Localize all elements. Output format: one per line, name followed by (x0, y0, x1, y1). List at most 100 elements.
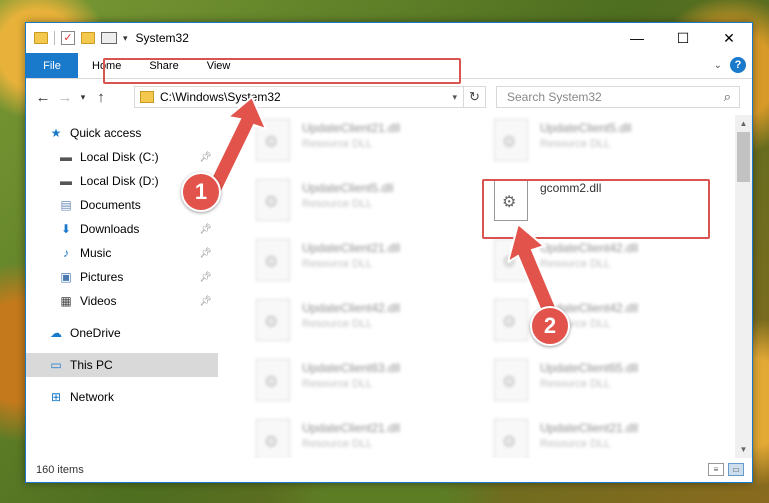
file-name: UpdateClient21.dll (302, 421, 401, 435)
network-icon: ⊞ (50, 390, 62, 404)
file-type: Resource DLL (302, 198, 373, 210)
up-icon[interactable]: ↑ (90, 89, 112, 106)
navigation-bar: ← → ▾ ↑ C:\Windows\System32 ▾ ↻ Search S… (26, 79, 752, 115)
music-icon: ♪ (63, 246, 69, 260)
close-button[interactable]: ✕ (706, 23, 752, 53)
scrollbar-thumb[interactable] (737, 132, 750, 182)
sidebar-item-music[interactable]: ♪ Music 📌︎ (26, 241, 218, 265)
sidebar-item-label: Network (70, 390, 115, 404)
expand-ribbon-icon[interactable]: ⌄ (714, 60, 722, 71)
drive-icon: ▬ (60, 150, 72, 164)
file-type: Resource DLL (302, 378, 373, 390)
sidebar-item-onedrive[interactable]: ☁ OneDrive (26, 321, 218, 345)
list-item[interactable]: UpdateClient5.dll Resource DLL (248, 175, 478, 227)
divider (54, 31, 55, 45)
dll-file-icon (494, 119, 528, 161)
callout-badge-1: 1 (181, 172, 221, 212)
sidebar-item-label: Videos (80, 294, 117, 308)
chevron-down-icon[interactable]: ▾ (123, 33, 128, 44)
sidebar-item-label: Downloads (80, 222, 140, 236)
sidebar-item-label: Local Disk (C:) (80, 150, 159, 164)
help-icon[interactable]: ? (730, 57, 746, 73)
window-title: System32 (135, 31, 189, 45)
scroll-down-icon[interactable]: ▼ (735, 441, 752, 458)
folder-icon (34, 32, 48, 44)
file-name: UpdateClient65.dll (540, 361, 639, 375)
quick-access-toolbar: ✓ ▾ (34, 31, 128, 45)
dll-file-icon (256, 239, 290, 281)
tiles-view-icon[interactable]: ▭ (728, 463, 744, 476)
star-icon: ★ (50, 126, 62, 140)
title-bar: ✓ ▾ System32 — ☐ ✕ (26, 23, 752, 53)
address-bar[interactable]: C:\Windows\System32 ▾ ↻ (134, 86, 486, 108)
list-item[interactable]: UpdateClient21.dll Resource DLL (248, 415, 478, 458)
file-name: UpdateClient21.dll (302, 241, 401, 255)
back-icon[interactable]: ← (32, 89, 54, 106)
properties-check-icon[interactable]: ✓ (61, 31, 75, 45)
callout-badge-2: 2 (530, 306, 570, 346)
pin-icon[interactable]: 📌︎ (199, 248, 212, 259)
chevron-down-icon[interactable]: ▾ (452, 92, 457, 103)
download-icon: ⬇ (60, 222, 72, 236)
file-type: Resource DLL (540, 138, 611, 150)
refresh-icon[interactable]: ↻ (463, 87, 485, 107)
sidebar-item-label: Quick access (70, 126, 142, 140)
recent-locations-icon[interactable]: ▾ (76, 92, 90, 103)
dll-file-icon (256, 299, 290, 341)
sidebar-item-videos[interactable]: ▦ Videos 📌︎ (26, 289, 218, 313)
dll-file-icon (494, 419, 528, 458)
file-name: UpdateClient21.dll (540, 421, 639, 435)
sidebar-item-label: Music (80, 246, 112, 260)
list-item[interactable]: UpdateClient21.dll Resource DLL (486, 415, 716, 458)
dll-file-icon (256, 359, 290, 401)
file-name: UpdateClient42.dll (302, 301, 401, 315)
sidebar-item-label: Pictures (80, 270, 124, 284)
vertical-scrollbar[interactable]: ▲ ▼ (735, 115, 752, 458)
folder-icon (140, 91, 154, 103)
pin-icon[interactable]: 📌︎ (199, 224, 212, 235)
list-item[interactable]: UpdateClient42.dll Resource DLL (248, 295, 478, 347)
view-buttons: ≡ ▭ (708, 463, 744, 476)
sidebar-item-this-pc[interactable]: ▭ This PC (26, 353, 218, 377)
list-item[interactable]: UpdateClient21.dll Resource DLL (248, 235, 478, 287)
list-item[interactable]: UpdateClient5.dll Resource DLL (486, 115, 716, 167)
search-input[interactable]: Search System32 ⌕ (496, 86, 740, 108)
file-type: Resource DLL (302, 318, 373, 330)
list-item[interactable]: UpdateClient63.dll Resource DLL (248, 355, 478, 407)
file-type: Resource DLL (302, 438, 373, 450)
file-type: Resource DLL (302, 258, 373, 270)
tab-file[interactable]: File (26, 53, 78, 78)
file-type: Resource DLL (302, 138, 373, 150)
maximize-button[interactable]: ☐ (660, 23, 706, 53)
address-highlight-box (103, 58, 461, 84)
sidebar-item-label: This PC (70, 358, 113, 372)
new-folder-icon[interactable] (81, 32, 95, 44)
sidebar-item-network[interactable]: ⊞ Network (26, 385, 218, 409)
sidebar-item-label: Documents (80, 198, 141, 212)
dll-file-icon (494, 359, 528, 401)
sidebar-item-downloads[interactable]: ⬇ Downloads 📌︎ (26, 217, 218, 241)
item-count: 160 items (36, 464, 84, 476)
documents-icon: ▤ (60, 198, 72, 212)
list-item[interactable]: UpdateClient21.dll Resource DLL (248, 115, 478, 167)
main-body: ★ Quick access ▬ Local Disk (C:) 📌︎ ▬ Lo… (26, 115, 752, 458)
details-view-icon[interactable]: ≡ (708, 463, 724, 476)
forward-icon[interactable]: → (54, 89, 76, 106)
minimize-button[interactable]: — (614, 23, 660, 53)
file-list: UpdateClient21.dll Resource DLL UpdateCli… (218, 115, 752, 458)
search-icon[interactable]: ⌕ (724, 89, 731, 105)
customize-toolbar-icon[interactable] (101, 32, 117, 44)
pin-icon[interactable]: 📌︎ (199, 296, 212, 307)
drive-icon: ▬ (60, 174, 72, 188)
status-bar: 160 items ≡ ▭ (26, 458, 752, 482)
computer-icon: ▭ (50, 358, 62, 372)
scroll-up-icon[interactable]: ▲ (735, 115, 752, 132)
sidebar-item-pictures[interactable]: ▣ Pictures 📌︎ (26, 265, 218, 289)
cloud-icon: ☁ (50, 326, 62, 340)
pin-icon[interactable]: 📌︎ (199, 272, 212, 283)
list-item[interactable]: UpdateClient65.dll Resource DLL (486, 355, 716, 407)
pictures-icon: ▣ (60, 270, 72, 284)
file-name: UpdateClient5.dll (540, 121, 632, 135)
